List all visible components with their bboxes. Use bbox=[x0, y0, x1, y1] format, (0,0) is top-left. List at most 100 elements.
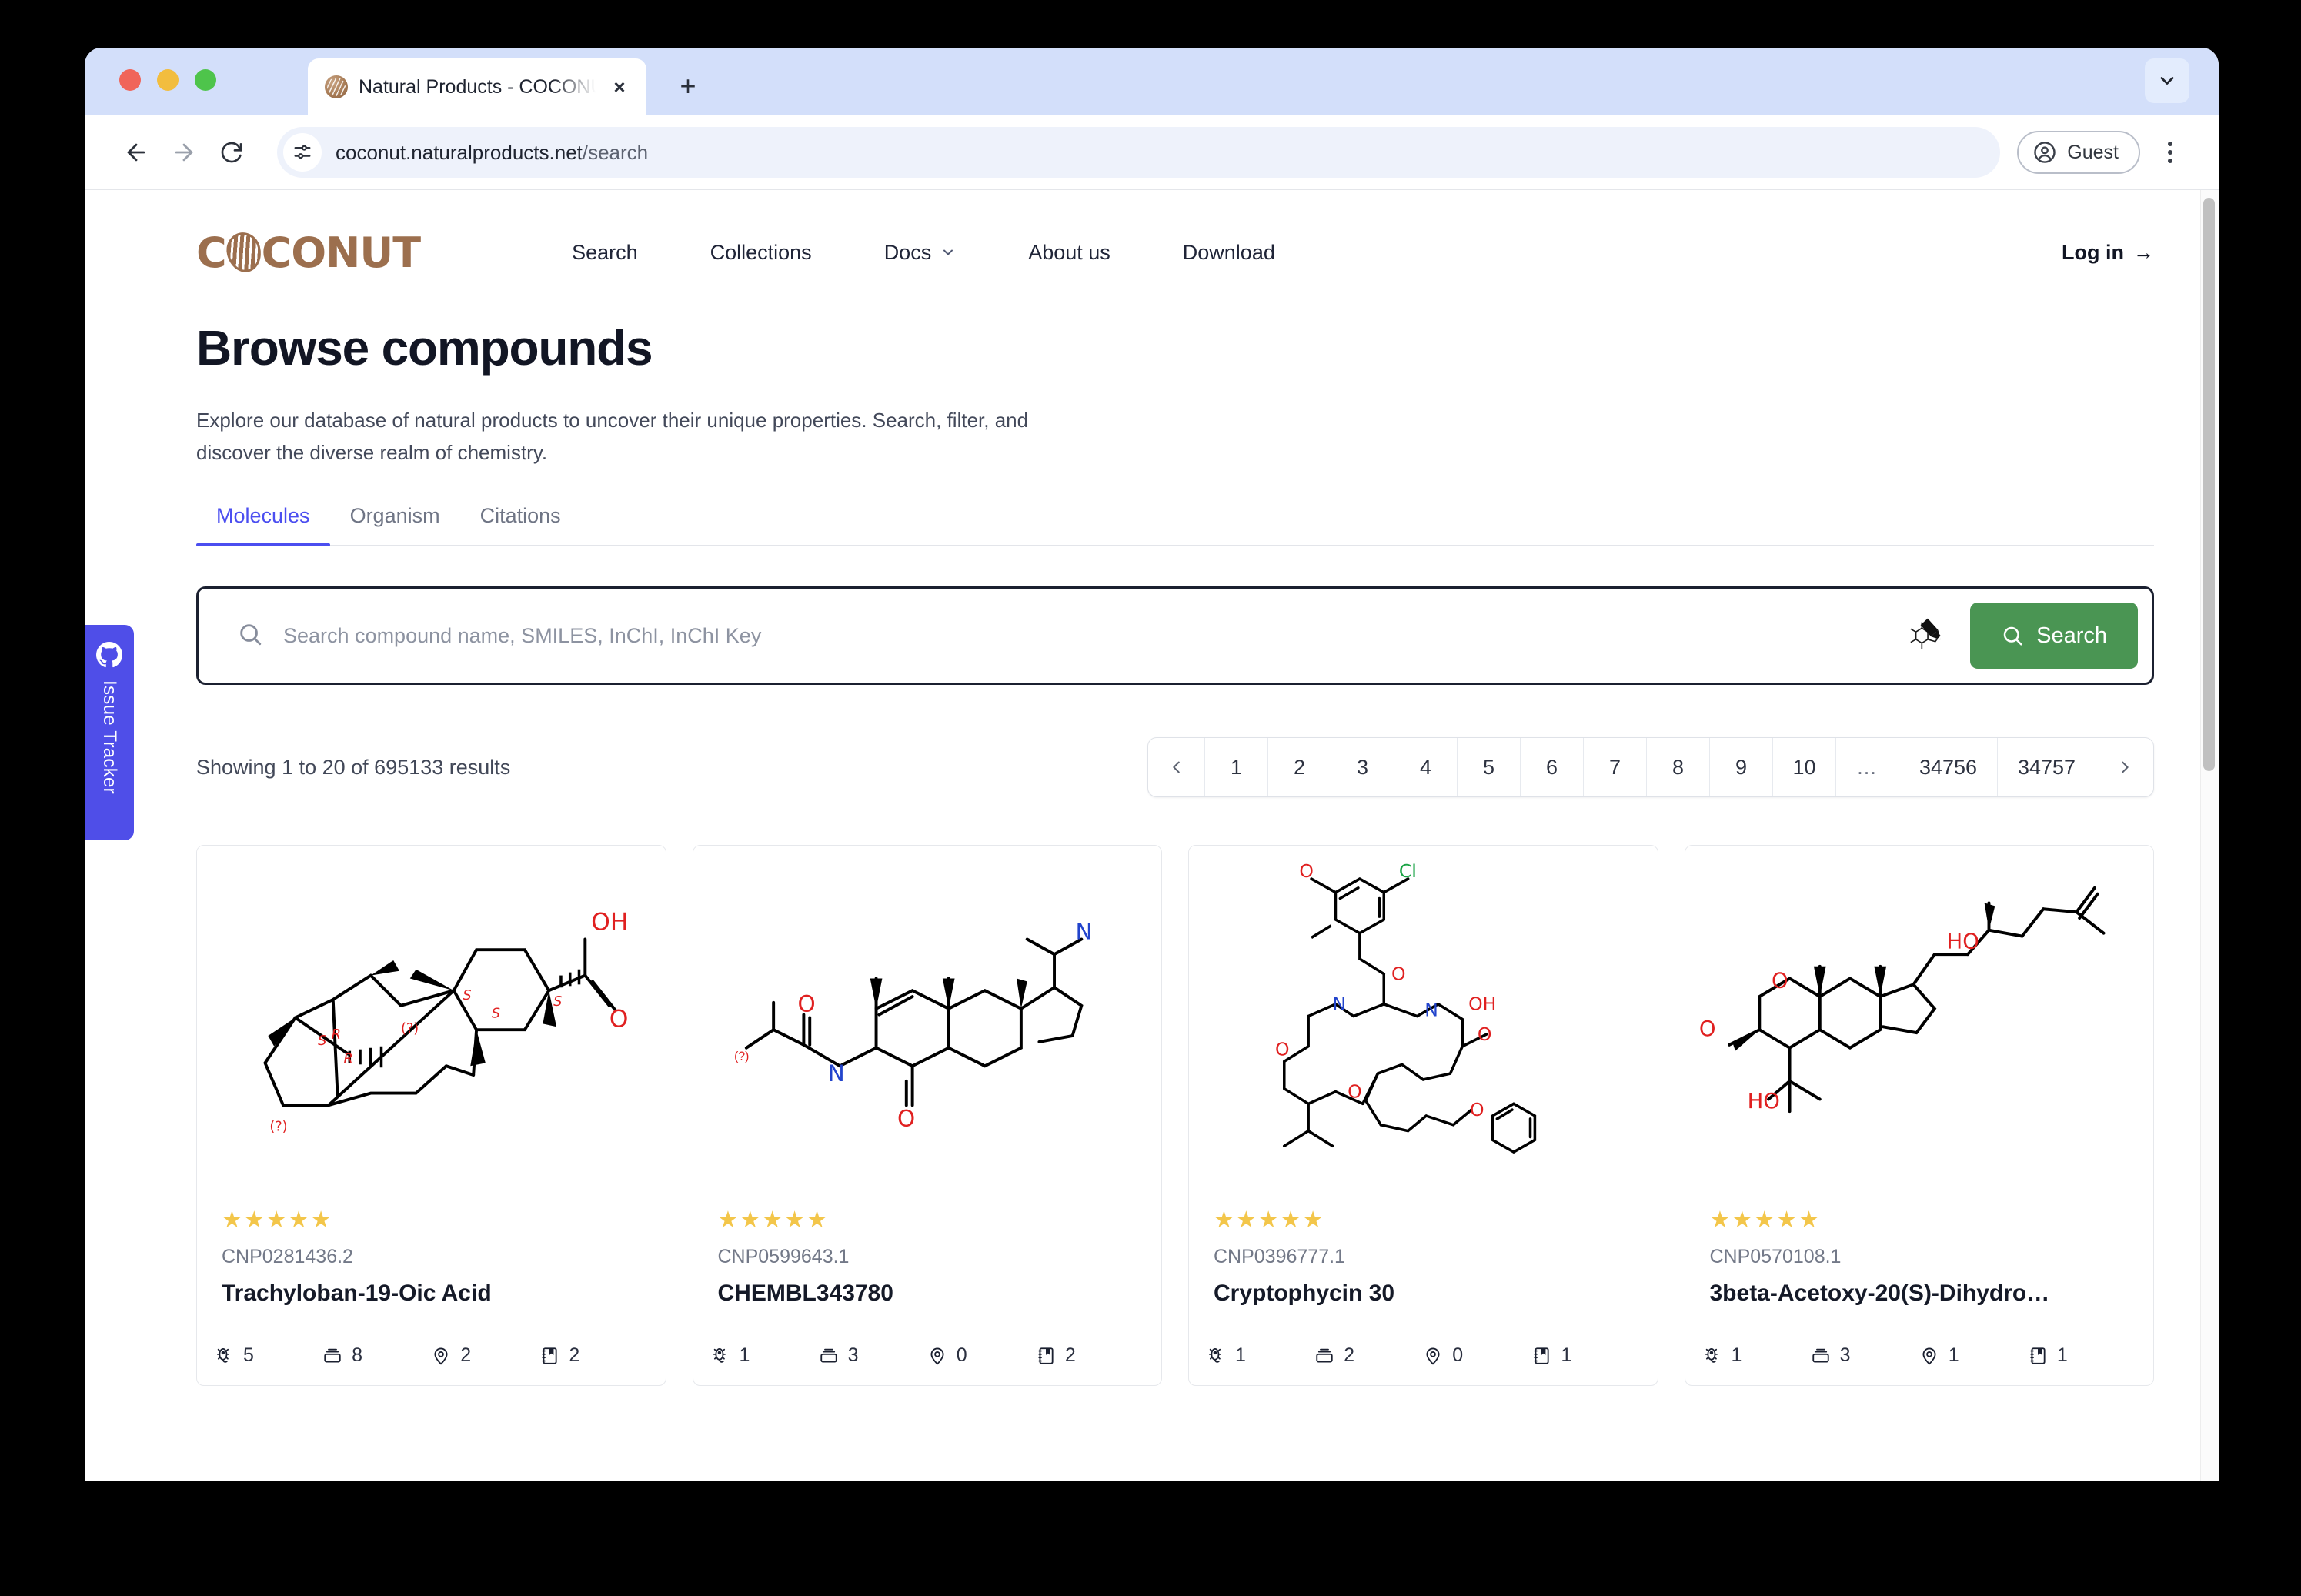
pagination-page-3[interactable]: 3 bbox=[1331, 738, 1394, 797]
coconut-logo[interactable]: C CONUT bbox=[196, 228, 421, 277]
stat-value: 1 bbox=[1948, 1344, 1959, 1367]
pagination-next[interactable] bbox=[2096, 738, 2153, 796]
forward-arrow-icon[interactable] bbox=[160, 129, 208, 176]
stat-locations[interactable]: 0 bbox=[1423, 1344, 1531, 1367]
svg-text:O: O bbox=[1275, 1039, 1290, 1060]
compound-card-grid: OH O S S S S R R (?) (?) ★★★★★ CNP028143… bbox=[196, 845, 2154, 1387]
search-bar: Search bbox=[196, 586, 2154, 686]
nav-download[interactable]: Download bbox=[1147, 241, 1311, 265]
stat-citations[interactable]: 2 bbox=[539, 1344, 648, 1367]
citation-icon bbox=[1534, 1347, 1549, 1364]
pagination-page-5[interactable]: 5 bbox=[1458, 738, 1521, 797]
stat-value: 1 bbox=[2056, 1344, 2068, 1367]
stat-organisms[interactable]: 1 bbox=[1702, 1344, 1811, 1367]
compound-name: CHEMBL343780 bbox=[717, 1280, 893, 1307]
close-window-button[interactable] bbox=[119, 69, 141, 91]
chevron-down-icon[interactable] bbox=[2145, 58, 2189, 103]
page-description: Explore our database of natural products… bbox=[196, 409, 1029, 465]
compound-card[interactable]: O HO HO O ★★★★★ CNP0570108.1 3beta-Aceto… bbox=[1684, 845, 2154, 1387]
stat-value: 5 bbox=[243, 1344, 254, 1367]
nav-about-us[interactable]: About us bbox=[992, 241, 1147, 265]
pagination-page-8[interactable]: 8 bbox=[1647, 738, 1710, 797]
svg-text:HO: HO bbox=[1946, 930, 1979, 953]
collection-icon bbox=[1316, 1348, 1333, 1363]
back-arrow-icon[interactable] bbox=[112, 129, 160, 176]
issue-tracker-tab[interactable]: Issue Tracker bbox=[85, 625, 134, 840]
pagination-page-7[interactable]: 7 bbox=[1584, 738, 1647, 797]
compound-id: CNP0396777.1 bbox=[1214, 1246, 1345, 1268]
pagination-page-2[interactable]: 2 bbox=[1268, 738, 1331, 797]
nav-search[interactable]: Search bbox=[536, 241, 674, 265]
github-icon bbox=[96, 642, 122, 668]
pagination-page-4[interactable]: 4 bbox=[1394, 738, 1458, 797]
new-tab-button[interactable]: + bbox=[670, 68, 706, 105]
browser-tab[interactable]: Natural Products - COCONUT × bbox=[308, 58, 646, 115]
coconut-favicon bbox=[325, 75, 348, 98]
svg-text:Cl: Cl bbox=[1399, 860, 1417, 882]
minimize-window-button[interactable] bbox=[157, 69, 179, 91]
nav-docs[interactable]: Docs bbox=[848, 241, 993, 265]
rating-stars: ★★★★★ bbox=[1709, 1207, 1821, 1234]
compound-card[interactable]: O O N N (?) ★★★★★ CNP0599643.1 CHEMBL343… bbox=[692, 845, 1162, 1387]
login-button[interactable]: Log in → bbox=[2062, 241, 2154, 265]
nav-collections[interactable]: Collections bbox=[674, 241, 848, 265]
pagination-page-9[interactable]: 9 bbox=[1710, 738, 1773, 797]
stat-collections[interactable]: 2 bbox=[1314, 1344, 1423, 1367]
pagination-page-34757[interactable]: 34757 bbox=[1998, 738, 2096, 797]
stat-locations[interactable]: 1 bbox=[1919, 1344, 2028, 1367]
chevron-left-icon bbox=[1172, 761, 1180, 773]
pagination-page-6[interactable]: 6 bbox=[1521, 738, 1584, 797]
compound-card-body: ★★★★★ CNP0570108.1 3beta-Acetoxy-20(S)-D… bbox=[1685, 1190, 2154, 1327]
compound-card[interactable]: O OH O O O O O N N Cl ★★★★★ CNP0396777.1… bbox=[1188, 845, 1658, 1387]
nav-docs-label: Docs bbox=[883, 240, 932, 264]
tab-organism[interactable]: Organism bbox=[330, 504, 460, 545]
tab-citations[interactable]: Citations bbox=[460, 504, 581, 545]
search-icon bbox=[2003, 626, 2022, 646]
stat-organisms[interactable]: 5 bbox=[214, 1344, 322, 1367]
stat-locations[interactable]: 0 bbox=[927, 1344, 1036, 1367]
reload-icon[interactable] bbox=[208, 129, 255, 176]
stat-value: 0 bbox=[1452, 1344, 1464, 1367]
maximize-window-button[interactable] bbox=[195, 69, 216, 91]
logo-text-right: CONUT bbox=[261, 228, 421, 277]
compound-card-stats: 1 3 1 1 bbox=[1685, 1327, 2153, 1385]
rating-stars: ★★★★★ bbox=[1214, 1207, 1325, 1234]
svg-text:O: O bbox=[609, 1005, 629, 1033]
kebab-menu-icon[interactable] bbox=[2148, 130, 2192, 175]
stat-locations[interactable]: 2 bbox=[431, 1344, 539, 1367]
page-content: Browse compounds Explore our database of… bbox=[196, 319, 2154, 1387]
citation-icon bbox=[1038, 1347, 1054, 1364]
svg-text:HO: HO bbox=[1747, 1090, 1779, 1114]
stat-organisms[interactable]: 1 bbox=[1206, 1344, 1314, 1367]
molecule-sketcher-icon[interactable] bbox=[1901, 607, 1958, 664]
coconut-icon bbox=[222, 229, 266, 276]
main-navigation: Search Collections Docs About us Downloa… bbox=[536, 241, 1311, 265]
compound-card-body: ★★★★★ CNP0281436.2 Trachyloban-19-Oic Ac… bbox=[197, 1190, 666, 1327]
stat-value: 2 bbox=[1064, 1344, 1076, 1367]
svg-text:S: S bbox=[463, 988, 471, 1003]
stat-citations[interactable]: 1 bbox=[1531, 1344, 1640, 1367]
close-icon[interactable]: × bbox=[606, 74, 633, 100]
stat-organisms[interactable]: 1 bbox=[710, 1344, 819, 1367]
tab-molecules[interactable]: Molecules bbox=[196, 504, 330, 547]
stat-citations[interactable]: 2 bbox=[1036, 1344, 1144, 1367]
address-bar[interactable]: coconut.naturalproducts.net/search bbox=[277, 127, 2001, 178]
stat-collections[interactable]: 8 bbox=[322, 1344, 431, 1367]
svg-text:(?): (?) bbox=[269, 1120, 287, 1135]
pagination-page-1[interactable]: 1 bbox=[1205, 738, 1268, 797]
compound-card[interactable]: OH O S S S S R R (?) (?) ★★★★★ CNP028143… bbox=[196, 845, 666, 1387]
pagination-page-10[interactable]: 10 bbox=[1773, 738, 1836, 797]
profile-button[interactable]: Guest bbox=[2017, 131, 2140, 174]
stat-collections[interactable]: 3 bbox=[819, 1344, 927, 1367]
pagination-page-34756[interactable]: 34756 bbox=[1899, 738, 1998, 797]
stat-citations[interactable]: 1 bbox=[2028, 1344, 2136, 1367]
search-input[interactable] bbox=[283, 623, 1902, 648]
pagination-prev[interactable] bbox=[1148, 738, 1205, 797]
search-button[interactable]: Search bbox=[1970, 603, 2138, 669]
page-scrollbar[interactable] bbox=[2200, 190, 2219, 1481]
stat-collections[interactable]: 3 bbox=[1811, 1344, 1919, 1367]
site-settings-icon[interactable] bbox=[283, 133, 322, 172]
chembl343780-structure: O O N N (?) bbox=[693, 846, 1161, 1191]
svg-text:O: O bbox=[1299, 860, 1314, 882]
scrollbar-thumb[interactable] bbox=[2203, 198, 2215, 771]
